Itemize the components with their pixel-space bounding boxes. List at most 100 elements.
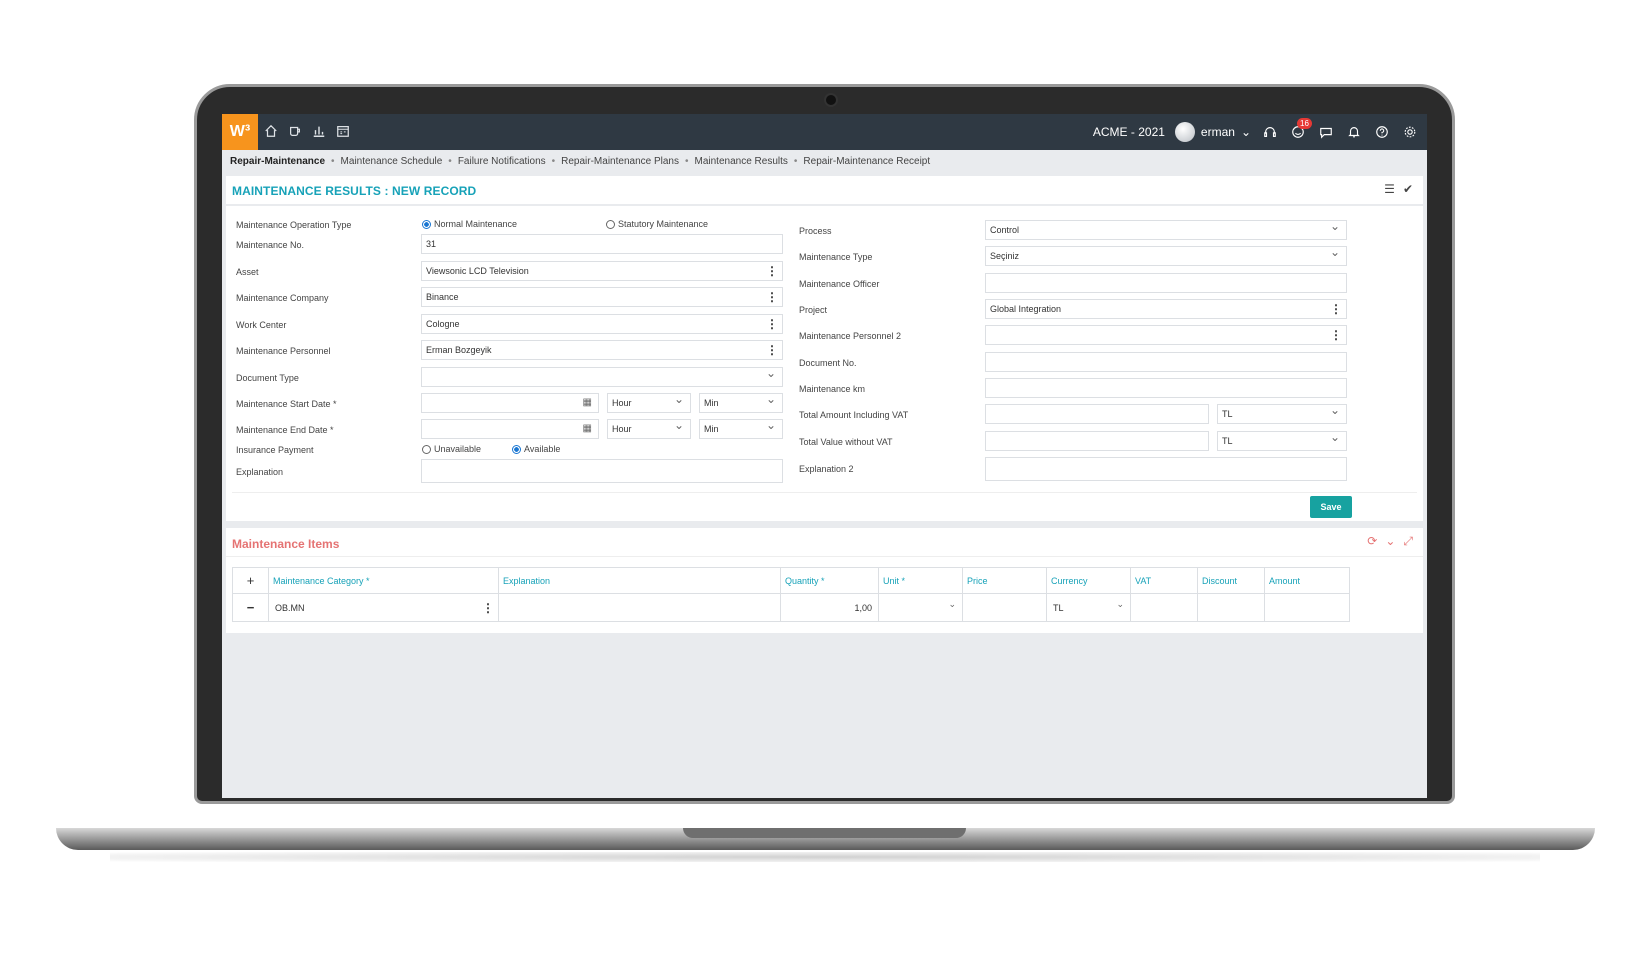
breadcrumb-item-maintenance-results[interactable]: Maintenance Results — [695, 156, 788, 167]
end-hour-select[interactable]: Hour — [607, 418, 691, 439]
refresh-icon[interactable]: ⟳ — [1367, 534, 1377, 549]
calendar-icon[interactable]: ▦ — [583, 397, 592, 408]
form-panel: MAINTENANCE RESULTS : NEW RECORD ☰ ✔ Mai… — [226, 176, 1423, 521]
column-header[interactable]: Maintenance Category * — [268, 567, 499, 594]
vat-cell[interactable] — [1130, 593, 1198, 622]
maintenance-no-input[interactable]: 31 — [421, 234, 783, 254]
end-date-input[interactable]: ▦ — [421, 419, 599, 439]
document-no-input[interactable] — [985, 352, 1347, 372]
asset-input[interactable]: Viewsonic LCD Television ⋮ — [421, 261, 783, 281]
quantity-cell[interactable]: 1,00 — [780, 593, 879, 622]
explanation-cell[interactable] — [498, 593, 781, 622]
user-menu[interactable]: erman ⌄ — [1174, 122, 1251, 142]
maintenance-personnel-input[interactable]: Erman Bozgeyik ⋮ — [421, 340, 783, 360]
maintenance-officer-label: Maintenance Officer — [799, 279, 880, 289]
more-vertical-icon[interactable]: ⋮ — [766, 290, 778, 304]
list-icon[interactable]: ☰ — [1384, 182, 1395, 196]
maintenance-type-label: Maintenance Type — [799, 252, 873, 262]
breadcrumb: Repair-Maintenance • Maintenance Schedul… — [230, 156, 931, 167]
calendar-icon[interactable]: ▦ — [583, 423, 592, 434]
help-icon[interactable] — [1373, 123, 1391, 141]
more-vertical-icon[interactable]: ⋮ — [766, 317, 778, 331]
bell-icon[interactable] — [1345, 123, 1363, 141]
total-amount-vat-currency-select[interactable]: TL — [1217, 403, 1347, 424]
more-vertical-icon[interactable]: ⋮ — [1330, 328, 1342, 342]
total-value-novat-input[interactable] — [985, 431, 1209, 451]
table-row: − OB.MN ⋮ 1,00 ⌄ TL ⌄ — [232, 593, 1350, 622]
discount-cell[interactable] — [1197, 593, 1265, 622]
radio-statutory-maintenance[interactable]: Statutory Maintenance — [606, 219, 708, 229]
end-min-select[interactable]: Min — [699, 418, 783, 439]
currency-select-cell[interactable]: TL ⌄ — [1046, 593, 1131, 622]
more-vertical-icon[interactable]: ⋮ — [766, 343, 778, 357]
maintenance-company-input[interactable]: Binance ⋮ — [421, 287, 783, 307]
maintenance-no-label: Maintenance No. — [236, 240, 305, 250]
home-icon[interactable] — [264, 124, 280, 140]
maintenance-personnel-2-input[interactable]: ⋮ — [985, 325, 1347, 345]
more-vertical-icon[interactable]: ⋮ — [766, 264, 778, 278]
add-row-icon[interactable]: + — [232, 567, 269, 594]
explanation-2-textarea[interactable] — [985, 457, 1347, 481]
items-tools: ⟳ ⌄ ⤢ — [1367, 534, 1413, 549]
document-type-select[interactable] — [421, 366, 783, 387]
chevron-down-icon[interactable]: ⌄ — [1385, 534, 1395, 549]
more-vertical-icon[interactable]: ⋮ — [482, 601, 494, 615]
start-hour-select[interactable]: Hour — [607, 392, 691, 413]
start-min-select[interactable]: Min — [699, 392, 783, 413]
app-logo[interactable]: W³ — [222, 114, 258, 150]
smiley-icon[interactable]: 16 — [1289, 118, 1312, 141]
column-header[interactable]: Discount — [1197, 567, 1265, 594]
save-button[interactable]: Save — [1310, 496, 1352, 518]
breadcrumb-item-failure-notifications[interactable]: Failure Notifications — [458, 156, 546, 167]
breadcrumb-item-maintenance-schedule[interactable]: Maintenance Schedule — [341, 156, 443, 167]
page-title: MAINTENANCE RESULTS : NEW RECORD — [232, 184, 477, 198]
start-date-input[interactable]: ▦ — [421, 393, 599, 413]
column-header[interactable]: Quantity * — [780, 567, 879, 594]
column-header[interactable]: Currency — [1046, 567, 1131, 594]
column-header[interactable]: VAT — [1130, 567, 1198, 594]
maintenance-km-input[interactable] — [985, 378, 1347, 398]
remove-row-icon[interactable]: − — [232, 593, 269, 622]
cup-icon[interactable] — [288, 124, 304, 140]
panel-tools: ☰ ✔ — [1384, 182, 1413, 196]
project-input[interactable]: Global Integration ⋮ — [985, 299, 1347, 319]
total-value-novat-currency-select[interactable]: TL — [1217, 430, 1347, 451]
explanation-label: Explanation — [236, 467, 284, 477]
radio-unavailable[interactable]: Unavailable — [422, 444, 481, 454]
asset-label: Asset — [236, 267, 259, 277]
total-value-novat-label: Total Value without VAT — [799, 437, 893, 447]
chat-icon[interactable] — [1317, 123, 1335, 141]
headset-icon[interactable] — [1261, 123, 1279, 141]
section-title: Maintenance Items — [232, 537, 340, 551]
maintenance-officer-input[interactable] — [985, 273, 1347, 293]
maintenance-items-panel: Maintenance Items ⟳ ⌄ ⤢ + Maintenance Ca… — [226, 528, 1423, 633]
more-vertical-icon[interactable]: ⋮ — [1330, 302, 1342, 316]
total-amount-vat-input[interactable] — [985, 404, 1209, 424]
chevron-down-icon: ⌄ — [948, 599, 956, 609]
price-cell[interactable] — [962, 593, 1047, 622]
amount-cell[interactable] — [1264, 593, 1350, 622]
breadcrumb-item-repair-maintenance-plans[interactable]: Repair-Maintenance Plans — [561, 156, 679, 167]
column-header[interactable]: Price — [962, 567, 1047, 594]
explanation-textarea[interactable] — [421, 459, 783, 483]
column-header[interactable]: Explanation — [498, 567, 781, 594]
gear-icon[interactable] — [1401, 123, 1419, 141]
calendar-icon[interactable] — [336, 124, 352, 140]
breadcrumb-item-repair-maintenance[interactable]: Repair-Maintenance — [230, 156, 325, 167]
radio-normal-maintenance[interactable]: Normal Maintenance — [422, 219, 517, 229]
column-header[interactable]: Unit * — [878, 567, 963, 594]
check-icon[interactable]: ✔ — [1403, 182, 1413, 196]
chart-icon[interactable] — [312, 124, 328, 140]
category-cell[interactable]: OB.MN ⋮ — [268, 593, 499, 622]
process-select[interactable]: Control — [985, 219, 1347, 240]
expand-icon[interactable]: ⤢ — [1403, 534, 1413, 549]
breadcrumb-item-repair-maintenance-receipt[interactable]: Repair-Maintenance Receipt — [803, 156, 930, 167]
column-header[interactable]: Amount — [1264, 567, 1350, 594]
maintenance-type-select[interactable]: Seçiniz — [985, 245, 1347, 266]
unit-select-cell[interactable]: ⌄ — [878, 593, 963, 622]
start-date-label: Maintenance Start Date * — [236, 399, 337, 409]
document-type-label: Document Type — [236, 373, 299, 383]
radio-available[interactable]: Available — [512, 444, 560, 454]
company-label[interactable]: ACME - 2021 — [1093, 125, 1165, 139]
work-center-input[interactable]: Cologne ⋮ — [421, 314, 783, 334]
